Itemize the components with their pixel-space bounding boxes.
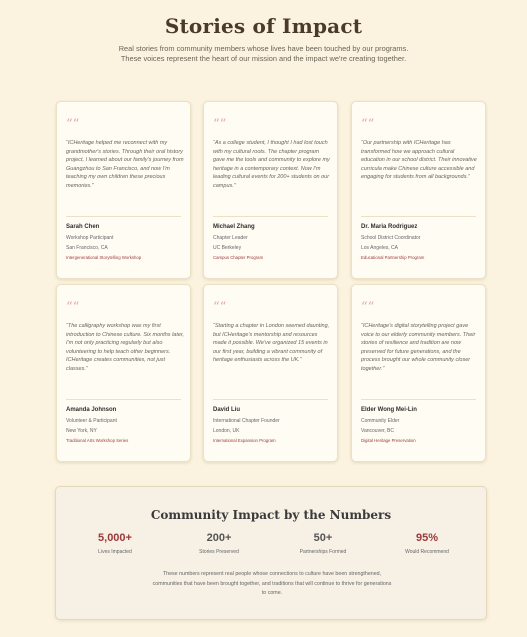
- divider: [361, 216, 476, 217]
- divider: [361, 399, 476, 400]
- testimonial-role: Chapter Leader: [213, 235, 248, 241]
- quote-icon: ““: [213, 300, 227, 315]
- testimonial-card: ““ “Starting a chapter in London seemed …: [203, 284, 338, 462]
- testimonial-quote: “As a college student, I thought I had l…: [213, 140, 330, 189]
- testimonial-location: London, UK: [213, 428, 240, 434]
- stat-would-recommend: 95% Would Recommend: [382, 532, 472, 555]
- page-intro: Real stories from community members whos…: [118, 44, 409, 63]
- quote-icon: ““: [213, 117, 227, 132]
- stat-lives-impacted: 5,000+ Lives Impacted: [70, 532, 160, 555]
- testimonial-card: ““ “As a college student, I thought I ha…: [203, 101, 338, 279]
- testimonial-name: Sarah Chen: [66, 224, 100, 230]
- testimonial-card: ““ “Our partnership with ICHeritage has …: [351, 101, 486, 279]
- testimonial-program: Digital Heritage Preservation: [361, 438, 416, 443]
- divider: [213, 216, 328, 217]
- testimonial-quote: “ICHeritage's digital storytelling proje…: [361, 323, 476, 372]
- divider: [213, 399, 328, 400]
- testimonial-location: UC Berkeley: [213, 245, 242, 251]
- testimonial-quote: “The calligraphy workshop was my first i…: [66, 323, 185, 372]
- testimonial-program: Intergenerational Storytelling Workshop: [66, 255, 142, 260]
- testimonial-quote: “Our partnership with ICHeritage has tra…: [361, 140, 477, 180]
- testimonial-name: David Liu: [213, 407, 241, 413]
- testimonial-location: San Francisco, CA: [66, 245, 108, 251]
- testimonial-role: Community Elder: [361, 418, 400, 424]
- testimonial-card: ““ “The calligraphy workshop was my firs…: [56, 284, 191, 462]
- testimonial-role: Volunteer & Participant: [66, 418, 117, 424]
- testimonial-location: New York, NY: [66, 428, 97, 434]
- testimonial-card: ““ “ICHeritage helped me reconnect with …: [56, 101, 191, 279]
- impact-note: These numbers represent real people whos…: [152, 571, 392, 596]
- stat-label: Would Recommend: [405, 549, 449, 555]
- divider: [66, 399, 181, 400]
- stat-value: 50+: [313, 532, 333, 544]
- testimonial-quote: “ICHeritage helped me reconnect with my …: [66, 140, 184, 189]
- testimonial-location: Vancouver, BC: [361, 428, 394, 434]
- testimonial-name: Amanda Johnson: [66, 407, 117, 413]
- testimonial-program: Campus Chapter Program: [213, 255, 264, 260]
- testimonial-role: School District Coordinator: [361, 235, 421, 241]
- quote-icon: ““: [361, 300, 375, 315]
- testimonial-quote: “Starting a chapter in London seemed dau…: [213, 323, 330, 363]
- testimonial-role: Workshop Participant: [66, 235, 114, 241]
- quote-icon: ““: [66, 300, 80, 315]
- stat-value: 95%: [415, 532, 439, 544]
- testimonial-role: International Chapter Founder: [213, 418, 280, 424]
- stat-value: 5,000+: [98, 532, 132, 544]
- impact-title: Community Impact by the Numbers: [150, 508, 392, 522]
- testimonial-program: Educational Partnership Program: [361, 255, 425, 260]
- testimonial-name: Michael Zhang: [213, 224, 255, 230]
- stat-label: Stories Preserved: [199, 549, 239, 555]
- quote-icon: ““: [361, 117, 375, 132]
- testimonial-program: International Expansion Program: [213, 438, 276, 443]
- page-title: Stories of Impact: [164, 14, 363, 38]
- stat-label: Partnerships Formed: [299, 549, 347, 555]
- testimonial-location: Los Angeles, CA: [361, 245, 398, 251]
- divider: [66, 216, 181, 217]
- stat-label: Lives Impacted: [98, 549, 132, 555]
- stat-stories-preserved: 200+ Stories Preserved: [174, 532, 264, 555]
- testimonial-program: Traditional Arts Workshop Series: [66, 438, 129, 443]
- quote-icon: ““: [66, 117, 80, 132]
- testimonial-name: Dr. Maria Rodriguez: [361, 224, 418, 230]
- stat-partnerships-formed: 50+ Partnerships Formed: [278, 532, 368, 555]
- impact-panel: Community Impact by the Numbers 5,000+ L…: [55, 486, 487, 620]
- testimonial-card: ““ “ICHeritage's digital storytelling pr…: [351, 284, 486, 462]
- stat-value: 200+: [206, 532, 232, 544]
- testimonial-name: Elder Wong Mei-Lin: [361, 407, 417, 413]
